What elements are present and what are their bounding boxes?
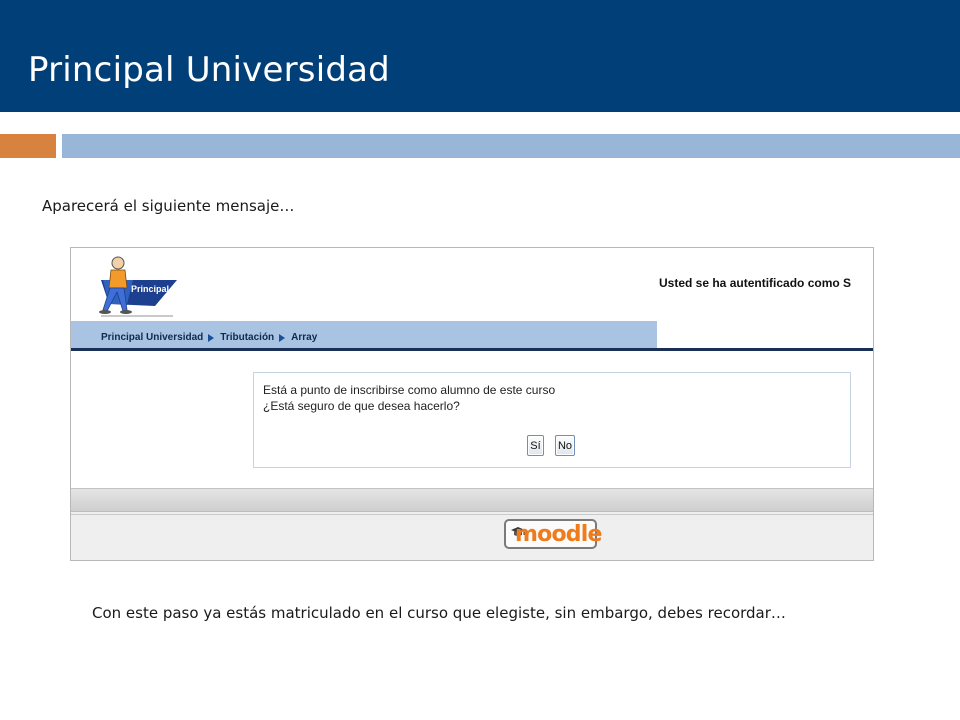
moodle-logo-link[interactable]: moodle [504,519,602,549]
no-button[interactable]: No [555,435,575,456]
navigation-underline [71,348,873,351]
footer-area [71,512,873,560]
enrol-confirmation-box: Está a punto de inscribirse como alumno … [253,372,851,468]
breadcrumb: Principal Universidad Tributación Array [101,332,317,343]
moodle-logo-text: moodle [515,522,602,547]
accent-bar-orange [0,134,56,158]
breadcrumb-arrow-icon [208,333,215,342]
breadcrumb-item-course: Array [291,332,318,343]
moodle-screenshot: Principal Usted se ha autentificado como… [70,247,874,561]
yes-button[interactable]: Sí [527,435,544,456]
footer-divider [71,514,873,515]
breadcrumb-arrow-icon [279,333,286,342]
title-bar: Principal Universidad [0,0,960,112]
breadcrumb-item-category[interactable]: Tributación [220,332,274,343]
confirmation-question: ¿Está seguro de que desea hacerlo? [263,399,460,413]
outro-text: Con este paso ya estás matriculado en el… [92,604,786,622]
principal-logo: Principal [93,250,185,318]
accent-bar-blue [62,134,960,158]
breadcrumb-item-home[interactable]: Principal Universidad [101,332,203,343]
login-status-text: Usted se ha autentificado como S [659,276,852,290]
footer-bar [71,488,873,512]
intro-text: Aparecerá el siguiente mensaje… [42,197,295,215]
svg-text:Principal: Principal [131,284,169,294]
confirmation-message: Está a punto de inscribirse como alumno … [263,383,556,397]
slide-title: Principal Universidad [28,50,390,90]
